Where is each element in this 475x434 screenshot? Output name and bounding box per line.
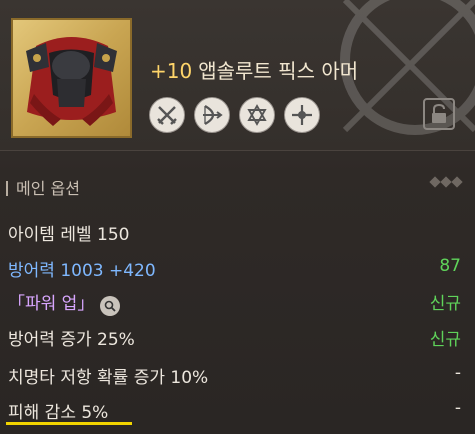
stat-label: 아이템 레벨 150 — [8, 225, 130, 245]
stat-crit-resist: 치명타 저항 확률 증가 10% - — [8, 363, 461, 393]
unlock-icon[interactable] — [423, 98, 455, 130]
bow-icon[interactable] — [194, 97, 230, 133]
item-name: +10 앱솔루트 픽스 아머 — [150, 55, 358, 84]
stat-value: 87 — [439, 256, 461, 276]
stat-label: 방어력 1003 +420 — [8, 261, 156, 281]
item-icon[interactable] — [11, 18, 132, 138]
armor-icon — [26, 37, 117, 126]
stat-value: 신규 — [429, 330, 461, 350]
crossed-swords-icon[interactable] — [149, 97, 185, 133]
section-title-text: 메인 옵션 — [16, 179, 80, 198]
item-name-text: 앱솔루트 픽스 아머 — [198, 59, 359, 83]
stat-value: 신규 — [429, 294, 461, 314]
class-icons — [149, 97, 320, 133]
stat-defense: 방어력 1003 +420 87 — [8, 256, 461, 286]
stat-defense-increase: 방어력 증가 25% 신규 — [8, 325, 461, 355]
stat-value: - — [454, 398, 461, 418]
search-icon[interactable] — [100, 296, 121, 316]
highlight-underline — [6, 422, 132, 425]
section-title: 메인 옵션 — [6, 175, 80, 199]
section-ornament — [429, 176, 463, 188]
enhance-level: +10 — [150, 59, 193, 83]
stat-label: 방어력 증가 25% — [8, 330, 135, 350]
stat-value: - — [454, 363, 461, 383]
item-tooltip: +10 앱솔루트 픽스 아머 메인 옵션 아이템 레벨 150 방어력 1003 … — [0, 0, 475, 434]
stat-label: 「파워 업」 — [8, 294, 95, 314]
decorative-ornament-icon — [340, 0, 475, 135]
stat-power-up[interactable]: 「파워 업」 신규 — [8, 289, 461, 319]
compass-cross-icon[interactable] — [284, 97, 320, 133]
section-bar — [6, 181, 8, 196]
stat-item-level: 아이템 레벨 150 — [8, 220, 461, 250]
star-of-david-icon[interactable] — [239, 97, 275, 133]
stat-label: 치명타 저항 확률 증가 10% — [8, 368, 209, 388]
header-divider — [0, 150, 475, 151]
stat-label: 피해 감소 5% — [8, 403, 109, 423]
